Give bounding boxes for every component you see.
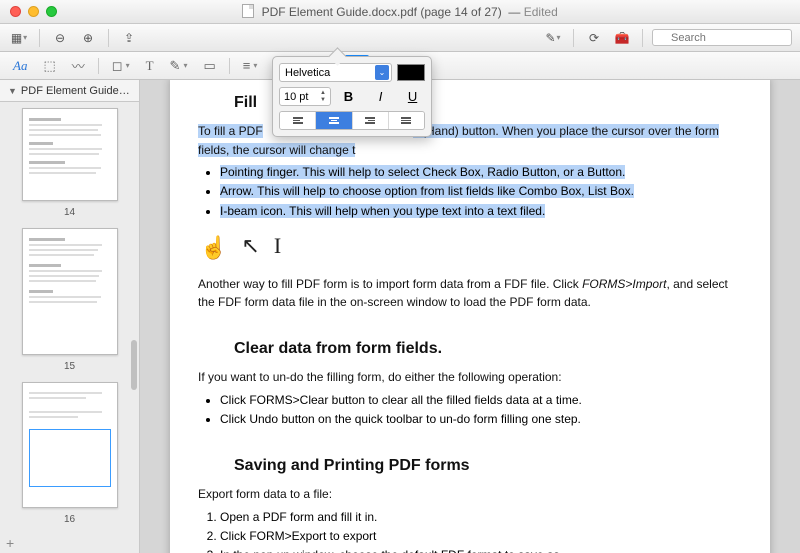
document-icon (242, 4, 254, 18)
share-button[interactable]: ⇪ (118, 28, 140, 48)
thumbnail-page[interactable] (22, 228, 118, 354)
font-family-select[interactable]: Helvetica ⌄ (279, 63, 392, 82)
thumbnail-label: 15 (64, 361, 75, 372)
edit-button[interactable]: ✎▾ (542, 28, 564, 48)
heading-save: Saving and Printing PDF forms (234, 457, 742, 475)
list-item: Pointing finger. This will help to selec… (220, 163, 742, 182)
document-view[interactable]: Fill To fill a PDFk (Hand) button. When … (140, 80, 800, 553)
font-family-value: Helvetica (285, 67, 330, 79)
list-item: In the pop up window, choose the default… (220, 546, 742, 553)
close-window-button[interactable] (10, 6, 21, 17)
text-style-popover: Helvetica ⌄ 10 pt ▲▼ B I U (272, 56, 432, 137)
list-item: Open a PDF form and fill it in. (220, 508, 742, 527)
sidebar-tab[interactable]: ▼ PDF Element Guide.docx.pdf (0, 80, 139, 102)
list-item: I-beam icon. This will help when you typ… (220, 202, 742, 221)
markup-button[interactable]: 🧰 (611, 28, 633, 48)
sidebar-tab-label: PDF Element Guide.docx.pdf (21, 85, 131, 97)
sign-tool[interactable]: ✎▾ (167, 56, 191, 76)
thumbnail-label: 16 (64, 514, 75, 525)
line-style-tool[interactable]: ≡▾ (240, 56, 261, 75)
thumbnail-page[interactable] (22, 382, 118, 508)
bold-button[interactable]: B (344, 89, 353, 104)
align-justify-button[interactable] (389, 112, 424, 129)
underline-button[interactable]: U (408, 89, 417, 104)
note-tool[interactable]: ▭ (200, 56, 218, 76)
list-item: Arrow. This will help to choose option f… (220, 182, 742, 201)
pdf-page: Fill To fill a PDFk (Hand) button. When … (170, 80, 770, 553)
text-tool[interactable]: T (143, 56, 157, 76)
thumbnail-page[interactable] (22, 108, 118, 201)
window-edited: Edited (524, 5, 558, 19)
zoom-out-button[interactable]: ⊖ (49, 28, 71, 48)
window-title: PDF Element Guide.docx.pdf (page 14 of 2… (0, 4, 800, 19)
highlight-tool[interactable]: Aa (10, 56, 30, 76)
thumbnail-label: 14 (64, 207, 75, 218)
add-page-button[interactable]: + (6, 535, 14, 551)
titlebar: PDF Element Guide.docx.pdf (page 14 of 2… (0, 0, 800, 24)
select-tool[interactable]: ⬚ (40, 56, 58, 76)
zoom-in-button[interactable]: ⊕ (77, 28, 99, 48)
font-size-value: 10 pt (284, 91, 308, 103)
window-page-info: (page 14 of 27) (420, 5, 501, 19)
main-toolbar: ▦▾ ⊖ ⊕ ⇪ ✎▾ ⟳ 🧰 (0, 24, 800, 52)
search-field-wrap (652, 29, 792, 46)
paragraph: Export form data to a file: (198, 485, 742, 504)
window-controls (0, 6, 57, 17)
sketch-tool[interactable]: 〰 (69, 54, 88, 77)
bullet-list-fill: Pointing finger. This will help to selec… (220, 163, 742, 221)
list-item: Click FORMS>Clear button to clear all th… (220, 391, 742, 410)
minimize-window-button[interactable] (28, 6, 39, 17)
window-filename: PDF Element Guide.docx.pdf (262, 5, 417, 19)
thumbnail-list[interactable]: 14 15 16 (0, 102, 139, 553)
align-left-button[interactable] (280, 112, 316, 129)
thumbnail-sidebar: ▼ PDF Element Guide.docx.pdf 14 (0, 80, 140, 553)
sidebar-scrollbar[interactable] (131, 340, 137, 390)
heading-clear: Clear data from form fields. (234, 340, 742, 358)
stepper-arrows-icon: ▲▼ (320, 90, 326, 103)
search-input[interactable] (652, 29, 792, 46)
list-item: Click FORM>Export to export (220, 527, 742, 546)
rotate-button[interactable]: ⟳ (583, 28, 605, 48)
arrow-cursor-icon: ↖ (241, 233, 259, 259)
align-right-button[interactable] (353, 112, 389, 129)
thumbnail-selection-box (29, 429, 111, 487)
cursor-icons-row: ☝ ↖ I (200, 233, 742, 259)
font-size-stepper[interactable]: 10 pt ▲▼ (279, 87, 331, 106)
ibeam-cursor-icon: I (274, 233, 281, 259)
view-mode-button[interactable]: ▦▾ (8, 28, 30, 48)
paragraph: Another way to fill PDF form is to impor… (198, 275, 742, 312)
main-area: ▼ PDF Element Guide.docx.pdf 14 (0, 80, 800, 553)
text-align-segmented (279, 111, 425, 130)
text-color-chip[interactable] (397, 64, 425, 81)
ordered-list-export: Open a PDF form and fill it in. Click FO… (220, 508, 742, 553)
align-center-button[interactable] (316, 112, 352, 129)
shapes-tool[interactable]: ◻▾ (109, 56, 133, 76)
hand-pointer-icon: ☝ (200, 235, 227, 261)
list-item: Click Undo button on the quick toolbar t… (220, 410, 742, 429)
chevron-down-icon: ▼ (8, 86, 17, 96)
text-style-group: B I U (336, 89, 425, 104)
zoom-window-button[interactable] (46, 6, 57, 17)
paragraph: If you want to un-do the filling form, d… (198, 368, 742, 387)
dropdown-caret-icon: ⌄ (375, 65, 389, 80)
bullet-list-clear: Click FORMS>Clear button to clear all th… (220, 391, 742, 429)
italic-button[interactable]: I (379, 89, 383, 104)
